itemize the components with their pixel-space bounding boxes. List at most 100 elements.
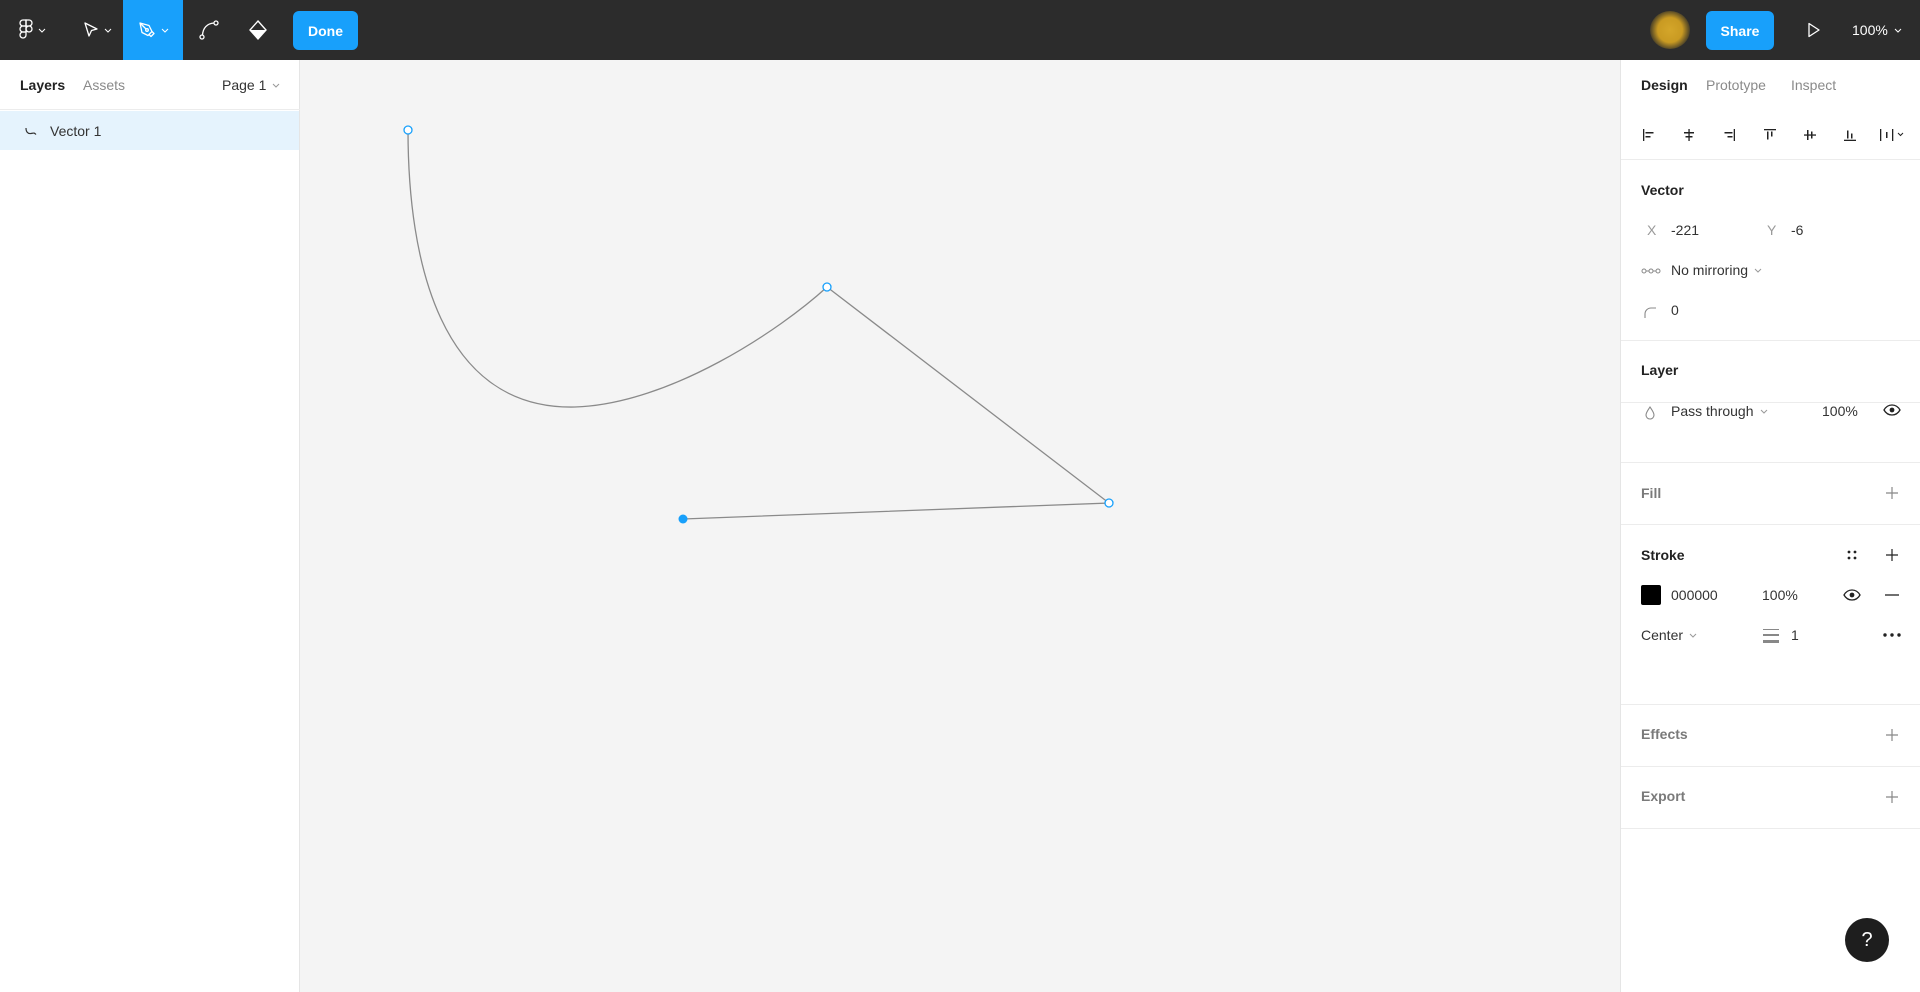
cursor-icon: [84, 22, 98, 37]
stroke-section-title: Stroke: [1641, 547, 1685, 563]
add-stroke-button[interactable]: [1880, 543, 1904, 567]
align-right-button[interactable]: [1717, 123, 1741, 147]
paint-bucket-icon: [249, 19, 267, 41]
pen-tool-button[interactable]: [123, 0, 183, 60]
layer-section-title: Layer: [1641, 362, 1679, 378]
mirroring-dropdown[interactable]: No mirroring: [1671, 262, 1762, 278]
align-bottom-button[interactable]: [1838, 123, 1862, 147]
left-panel: Layers Assets Page 1 Vector 1: [0, 60, 300, 992]
share-button[interactable]: Share: [1706, 11, 1774, 50]
corner-radius-input[interactable]: 0: [1671, 302, 1679, 318]
stroke-position-dropdown[interactable]: Center: [1641, 627, 1697, 643]
y-label: Y: [1767, 222, 1777, 238]
pen-icon: [139, 22, 155, 38]
add-fill-button[interactable]: [1880, 481, 1904, 505]
minus-icon: [1885, 594, 1899, 596]
stroke-weight-input[interactable]: 1: [1791, 627, 1799, 643]
figma-logo-icon: [19, 19, 33, 39]
zoom-level: 100%: [1852, 22, 1888, 38]
canvas[interactable]: [300, 60, 1620, 992]
vector-path-segment[interactable]: [682, 286, 1111, 520]
effects-section-title: Effects: [1641, 726, 1688, 742]
stroke-section: Stroke 000000 100% Center 1: [1621, 526, 1920, 705]
layer-opacity-input[interactable]: 100%: [1822, 403, 1858, 419]
chevron-down-icon: [1894, 28, 1902, 33]
eye-icon: [1843, 589, 1861, 601]
align-vertical-center-button[interactable]: [1798, 123, 1822, 147]
bend-tool-icon: [199, 20, 219, 40]
blend-mode-value: Pass through: [1671, 403, 1754, 419]
page-name: Page 1: [222, 77, 267, 93]
distribute-button[interactable]: [1877, 123, 1909, 147]
tab-design[interactable]: Design: [1641, 77, 1688, 93]
align-bottom-icon: [1844, 130, 1856, 141]
layer-properties-row: Pass through 100%: [1621, 403, 1920, 463]
vector-node[interactable]: [1104, 498, 1114, 508]
help-icon: ?: [1861, 928, 1873, 951]
corner-radius-icon: [1644, 307, 1656, 318]
advanced-stroke-button[interactable]: [1880, 623, 1904, 647]
avatar[interactable]: [1650, 11, 1690, 49]
present-button[interactable]: [1798, 14, 1830, 46]
y-input[interactable]: -6: [1791, 222, 1803, 238]
layer-name: Vector 1: [50, 122, 102, 139]
plus-icon: [1886, 729, 1898, 741]
done-button[interactable]: Done: [293, 11, 358, 50]
page-dropdown[interactable]: Page 1: [222, 77, 280, 93]
vector-path-curve[interactable]: [407, 129, 828, 408]
vector-node-selected[interactable]: [678, 514, 688, 524]
fill-section-title: Fill: [1641, 485, 1662, 501]
distribute-icon: [1880, 129, 1904, 141]
layer-visibility-toggle[interactable]: [1880, 398, 1904, 422]
align-horizontal-center-icon: [1684, 129, 1694, 141]
align-horizontal-center-button[interactable]: [1677, 123, 1701, 147]
align-left-button[interactable]: [1637, 123, 1661, 147]
main-menu-button[interactable]: [10, 0, 54, 60]
bend-tool-button[interactable]: [188, 0, 230, 60]
plus-icon: [1886, 487, 1898, 499]
tab-inspect[interactable]: Inspect: [1791, 77, 1836, 93]
chevron-down-icon: [1689, 633, 1697, 638]
x-input[interactable]: -221: [1671, 222, 1699, 238]
layer-item-vector-1[interactable]: Vector 1: [0, 111, 299, 150]
effects-section: Effects: [1621, 706, 1920, 767]
plus-icon: [1886, 791, 1898, 803]
chevron-down-icon: [161, 28, 169, 33]
add-effect-button[interactable]: [1880, 723, 1904, 747]
stroke-color-swatch[interactable]: [1641, 585, 1661, 605]
x-label: X: [1647, 222, 1657, 238]
stroke-opacity-input[interactable]: 100%: [1762, 587, 1798, 603]
more-icon: [1883, 633, 1901, 637]
mirroring-value: No mirroring: [1671, 262, 1749, 278]
right-panel-tabs: Design Prototype Inspect: [1621, 60, 1920, 110]
chevron-down-icon: [104, 28, 112, 33]
align-top-button[interactable]: [1758, 123, 1782, 147]
layer-section: Layer: [1621, 342, 1920, 403]
align-vertical-center-icon: [1804, 130, 1816, 140]
move-tool-button[interactable]: [72, 0, 122, 60]
align-right-icon: [1724, 129, 1735, 141]
paint-bucket-button[interactable]: [237, 0, 279, 60]
zoom-dropdown[interactable]: 100%: [1852, 0, 1902, 60]
fill-section: Fill: [1621, 464, 1920, 525]
eye-icon: [1883, 404, 1901, 416]
stroke-visibility-toggle[interactable]: [1840, 583, 1864, 607]
toolbar: Done Share 100%: [0, 0, 1920, 60]
add-export-button[interactable]: [1880, 785, 1904, 809]
vector-icon: [25, 127, 37, 135]
plus-icon: [1886, 549, 1898, 561]
help-button[interactable]: ?: [1845, 918, 1889, 962]
blend-mode-dropdown[interactable]: Pass through: [1671, 403, 1768, 419]
tab-prototype[interactable]: Prototype: [1706, 77, 1766, 93]
left-panel-tabs: Layers Assets Page 1: [0, 60, 300, 110]
remove-stroke-button[interactable]: [1880, 583, 1904, 607]
stroke-styles-button[interactable]: [1840, 543, 1864, 567]
vector-node[interactable]: [403, 125, 413, 135]
vector-drawing[interactable]: [300, 60, 1620, 992]
tab-assets[interactable]: Assets: [83, 77, 125, 93]
export-section: Export: [1621, 768, 1920, 829]
stroke-color-hex-input[interactable]: 000000: [1671, 587, 1718, 603]
vector-node[interactable]: [822, 282, 832, 292]
vector-section-title: Vector: [1641, 182, 1684, 198]
tab-layers[interactable]: Layers: [20, 77, 65, 93]
